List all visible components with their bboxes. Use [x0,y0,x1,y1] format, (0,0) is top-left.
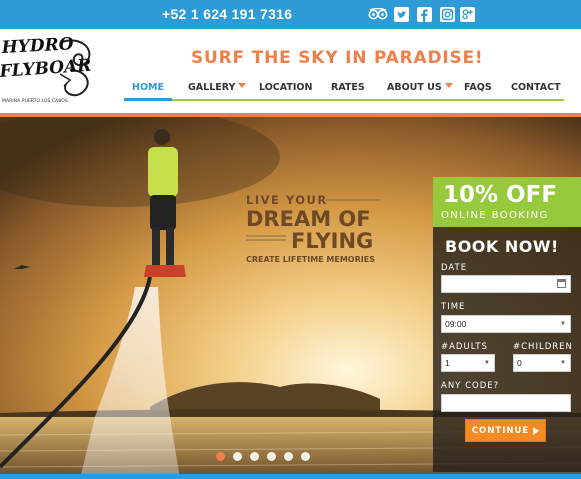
hero-line3: FLYING [291,229,373,253]
nav-home-label: HOME [132,82,164,93]
booking-title: BOOK NOW! [445,237,559,256]
adults-select[interactable]: 1 ▼ [441,354,495,372]
nav-contact-label: CONTACT [511,82,561,93]
date-label: DATE [441,263,468,273]
promo-code-input[interactable] [441,394,571,412]
nav-gallery-label: GALLERY [188,82,236,93]
nav-faqs[interactable]: FAQS [464,82,492,93]
date-field[interactable] [441,275,571,293]
nav-home[interactable]: HOME [132,82,164,93]
chevron-down-icon [444,83,453,88]
chevron-down-icon [238,83,247,88]
google-plus-icon[interactable] [459,6,475,22]
children-label: #CHILDREN [513,342,573,352]
logo-line2: FLYBOAR [0,56,92,82]
nav-active-indicator [124,98,172,101]
adults-label: #ADULTS [441,342,488,352]
adults-value: 1 [445,358,450,368]
discount-subtitle: ONLINE BOOKING [441,210,549,221]
instagram-icon[interactable] [439,6,455,22]
discount-percent: 10% OFF [443,182,558,208]
time-label: TIME [441,302,466,312]
site-logo[interactable]: HYDRO FLYBOAR MARINA PUERTO LOS CABOS [0,34,96,106]
code-label: ANY CODE? [441,381,500,391]
hero-headline: LIVE YOUR DREAM OF FLYING CREATE LIFETIM… [246,193,380,264]
hero-line4: CREATE LIFETIME MEMORIES [246,255,375,264]
nav-rates-label: RATES [331,82,365,93]
nav-about-us-label: ABOUT US [387,82,442,93]
continue-label: CONTINUE [471,425,530,436]
logo-line1: HYDRO [0,34,74,58]
nav-about-us[interactable]: ABOUT US [387,82,453,93]
time-select[interactable]: 09:00 ▼ [441,315,571,333]
site-tagline: SURF THE SKY IN PARADISE! [191,48,484,68]
slide-dot[interactable] [233,452,242,461]
slide-dot[interactable] [267,452,276,461]
continue-button[interactable]: CONTINUE [465,419,546,442]
facebook-icon[interactable] [416,6,432,22]
play-arrow-icon [533,426,540,435]
bottom-bar [0,474,581,479]
logo-subtitle: MARINA PUERTO LOS CABOS [2,98,68,104]
slide-dot[interactable] [284,452,293,461]
slider-pagination [216,452,310,461]
slide-dot[interactable] [216,452,225,461]
time-value: 09:00 [445,319,467,329]
nav-underline [124,99,564,101]
nav-faqs-label: FAQS [464,82,492,93]
nav-location[interactable]: LOCATION [259,82,312,93]
children-value: 0 [517,358,522,368]
nav-location-label: LOCATION [259,82,313,93]
nav-gallery[interactable]: GALLERY [188,82,247,93]
tripadvisor-icon[interactable] [367,6,389,22]
hero-line2: DREAM OF [246,207,371,231]
slide-dot[interactable] [250,452,259,461]
chevron-down-icon: ▼ [484,360,490,366]
twitter-icon[interactable] [393,6,409,22]
hero-line1: LIVE YOUR [246,193,328,207]
calendar-icon[interactable] [557,279,566,288]
chevron-down-icon: ▼ [560,360,566,366]
children-select[interactable]: 0 ▼ [513,354,571,372]
slide-dot[interactable] [301,452,310,461]
phone-number[interactable]: +52 1 624 191 7316 [162,6,292,22]
nav-rates[interactable]: RATES [331,82,365,93]
nav-contact[interactable]: CONTACT [511,82,561,93]
chevron-down-icon: ▼ [560,321,566,327]
